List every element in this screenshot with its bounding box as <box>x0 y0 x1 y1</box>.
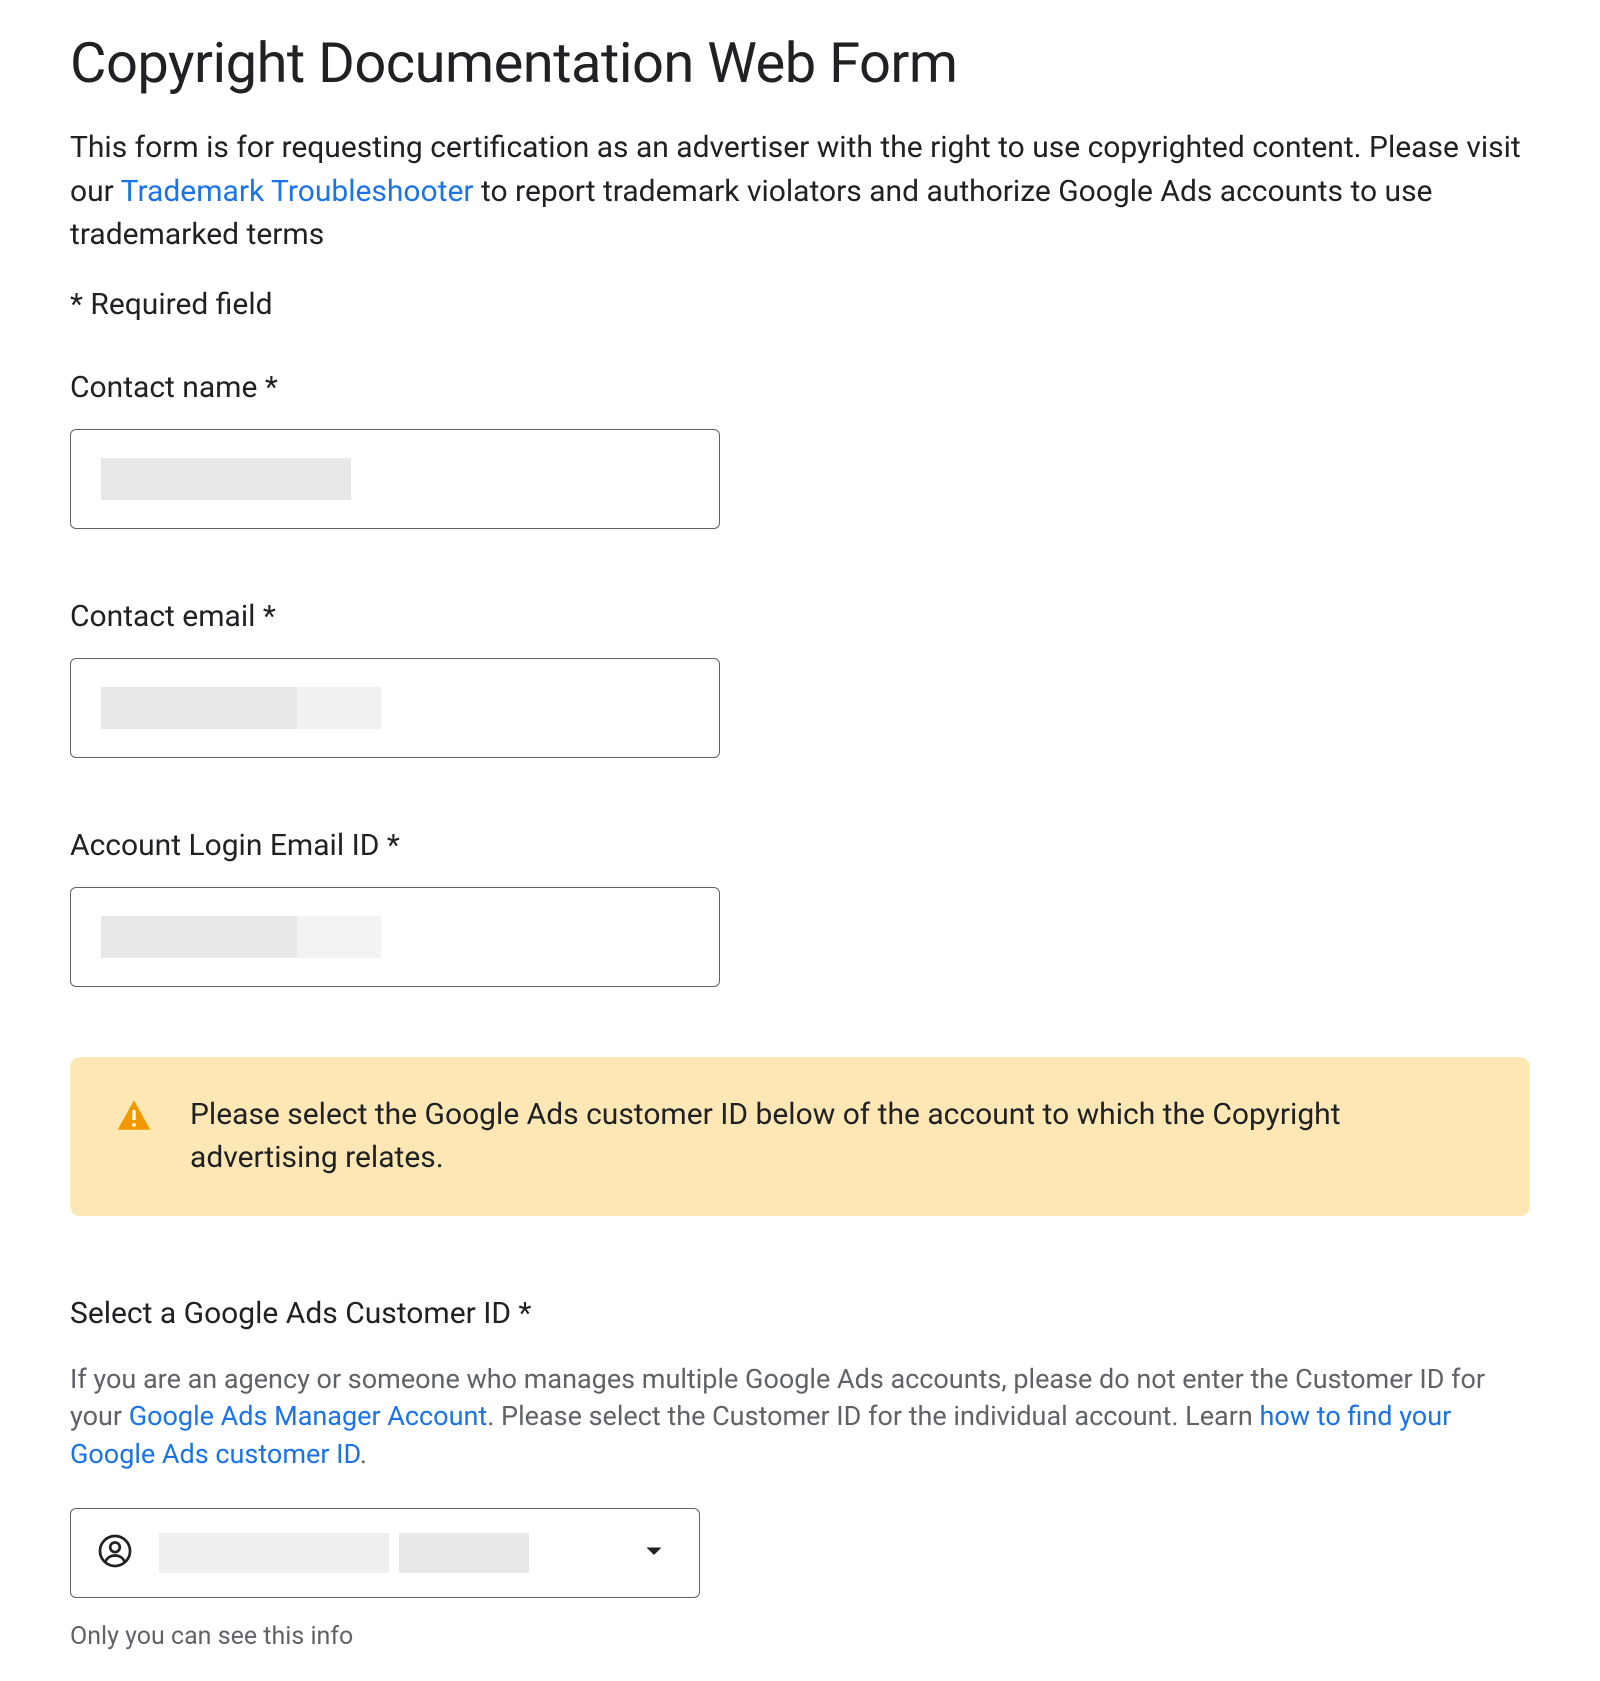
customer-id-section: Select a Google Ads Customer ID * If you… <box>70 1296 1530 1651</box>
customer-id-select[interactable] <box>70 1508 700 1598</box>
person-icon <box>97 1533 133 1573</box>
contact-email-input[interactable] <box>70 658 720 758</box>
page-title: Copyright Documentation Web Form <box>70 30 1530 96</box>
contact-email-group: Contact email * <box>70 599 1530 758</box>
redacted-value <box>159 1533 389 1573</box>
required-field-note: * Required field <box>70 287 1530 322</box>
account-login-email-input[interactable] <box>70 887 720 987</box>
alert-box: Please select the Google Ads customer ID… <box>70 1057 1530 1216</box>
customer-id-label: Select a Google Ads Customer ID * <box>70 1296 1530 1331</box>
redacted-value <box>101 687 381 729</box>
privacy-note: Only you can see this info <box>70 1622 1530 1651</box>
contact-name-label: Contact name * <box>70 370 1530 405</box>
alert-text: Please select the Google Ads customer ID… <box>190 1093 1486 1180</box>
trademark-troubleshooter-link[interactable]: Trademark Troubleshooter <box>121 174 474 209</box>
contact-email-label: Contact email * <box>70 599 1530 634</box>
redacted-value <box>101 458 351 500</box>
chevron-down-icon <box>645 1543 663 1562</box>
warning-icon <box>114 1097 154 1137</box>
helper-text-2: . Please select the Customer ID for the … <box>487 1400 1259 1432</box>
account-login-email-group: Account Login Email ID * <box>70 828 1530 987</box>
contact-name-group: Contact name * <box>70 370 1530 529</box>
manager-account-link[interactable]: Google Ads Manager Account <box>129 1400 488 1432</box>
redacted-value <box>101 916 381 958</box>
customer-id-helper: If you are an agency or someone who mana… <box>70 1361 1530 1474</box>
select-value <box>159 1533 619 1573</box>
contact-name-input[interactable] <box>70 429 720 529</box>
account-login-email-label: Account Login Email ID * <box>70 828 1530 863</box>
helper-text-3: . <box>360 1438 367 1470</box>
intro-paragraph: This form is for requesting certificatio… <box>70 126 1530 257</box>
redacted-value <box>399 1533 529 1573</box>
